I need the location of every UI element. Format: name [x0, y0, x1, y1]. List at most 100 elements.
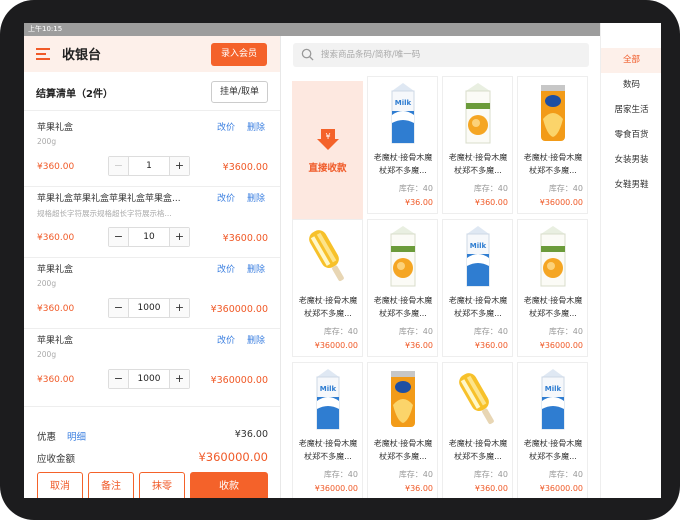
product-card[interactable]: Milk 老魔杖·接骨木魔杖郑不多魔... 库存：40 ¥36000.00	[517, 362, 588, 498]
divider	[24, 186, 280, 187]
product-stock: 库存：40	[323, 470, 358, 479]
note-button[interactable]: 备注	[88, 472, 134, 498]
product-name: 老魔杖·接骨木魔杖郑不多魔...	[373, 296, 433, 318]
product-image	[443, 363, 512, 435]
page-title: 收银台	[62, 48, 102, 63]
product-price: ¥36.00	[405, 198, 433, 207]
direct-pay-button[interactable]: ¥ 直接收款	[292, 81, 363, 219]
cart-item-name: 苹果礼盒	[37, 123, 74, 133]
product-card[interactable]: 老魔杖·接骨木魔杖郑不多魔... 库存：40 ¥36000.00	[517, 219, 588, 357]
product-name: 老魔杖·接骨木魔杖郑不多魔...	[448, 153, 508, 175]
cancel-button[interactable]: 取消	[37, 472, 83, 498]
category-sidebar: 全部 数码 居家生活 零食百货 女装男装 女鞋男鞋	[600, 36, 661, 498]
category-item[interactable]: 数码	[601, 73, 661, 98]
cart-heading: 结算清单（2件）	[36, 89, 113, 100]
product-stock: 库存：40	[548, 184, 583, 193]
edit-price-link[interactable]: 改价	[217, 262, 235, 275]
quantity-value[interactable]: 1	[129, 157, 169, 175]
minus-button[interactable]: −	[109, 370, 129, 388]
hang-order-button[interactable]: 挂单/取单	[211, 81, 268, 103]
header-bar: 收银台 录入会员	[24, 36, 280, 72]
product-price: ¥36000.00	[539, 484, 583, 493]
quantity-value[interactable]: 10	[129, 228, 169, 246]
product-name: 老魔杖·接骨木魔杖郑不多魔...	[523, 296, 583, 318]
cart-item-spec: 200g	[37, 350, 57, 359]
quantity-value[interactable]: 1000	[129, 370, 169, 388]
product-card[interactable]: Milk 老魔杖·接骨木魔杖郑不多魔... 库存：40 ¥36000.00	[292, 362, 363, 498]
screen: 上午10:15 0.00K/s ⚙ ◈ ▮ 21% 收银台 录入会员 结算清单（…	[24, 23, 661, 498]
minus-button[interactable]: −	[109, 157, 129, 175]
product-card[interactable]: Milk 老魔杖·接骨木魔杖郑不多魔... 库存：40 ¥360.00	[442, 219, 513, 357]
delete-link[interactable]: 删除	[247, 333, 265, 346]
edit-price-link[interactable]: 改价	[217, 120, 235, 133]
category-item[interactable]: 女装男装	[601, 148, 661, 173]
product-card[interactable]: 老魔杖·接骨木魔杖郑不多魔... 库存：40 ¥360.00	[442, 362, 513, 498]
product-card[interactable]: 老魔杖·接骨木魔杖郑不多魔... 库存：40 ¥36.00	[367, 219, 438, 357]
product-panel: 搜索商品条码/简称/唯一码 ¥ 直接收款 Milk 老魔杖·接骨木魔杖郑不多魔.…	[280, 36, 600, 498]
category-item[interactable]: 零食百货	[601, 123, 661, 148]
direct-pay-label: 直接收款	[308, 163, 347, 174]
product-image	[443, 77, 512, 149]
chips-can-icon	[540, 85, 565, 141]
product-image	[368, 220, 437, 292]
add-member-button[interactable]: 录入会员	[211, 43, 267, 66]
product-image: Milk	[518, 363, 587, 435]
discount-detail-link[interactable]: 明细	[67, 429, 86, 443]
category-item[interactable]: 全部	[601, 48, 661, 73]
juice-carton-icon	[390, 226, 415, 287]
cart-panel: 收银台 录入会员 结算清单（2件） 挂单/取单 苹果礼盒 200g 改价 删除 …	[24, 36, 280, 498]
search-bar[interactable]: 搜索商品条码/简称/唯一码	[293, 43, 589, 67]
menu-icon[interactable]	[36, 48, 50, 60]
plus-button[interactable]: +	[169, 370, 189, 388]
checkout-button[interactable]: 收款	[190, 472, 268, 498]
product-price: ¥36.00	[405, 341, 433, 350]
minus-button[interactable]: −	[109, 299, 129, 317]
product-card[interactable]: 老魔杖·接骨木魔杖郑不多魔... 库存：40 ¥360.00	[442, 76, 513, 214]
product-card[interactable]: 老魔杖·接骨木魔杖郑不多魔... 库存：40 ¥36.00	[367, 362, 438, 498]
svg-text:Milk: Milk	[319, 385, 336, 393]
category-item[interactable]: 女鞋男鞋	[601, 173, 661, 198]
product-image: Milk	[443, 220, 512, 292]
product-card[interactable]: 老魔杖·接骨木魔杖郑不多魔... 库存：40 ¥36000.00	[292, 219, 363, 357]
amount-due-label: 应收金额	[37, 454, 76, 465]
plus-button[interactable]: +	[169, 228, 189, 246]
product-name: 老魔杖·接骨木魔杖郑不多魔...	[373, 153, 433, 175]
product-card[interactable]: 老魔杖·接骨木魔杖郑不多魔... 库存：40 ¥36000.00	[517, 76, 588, 214]
svg-text:Milk: Milk	[394, 99, 411, 107]
category-item[interactable]: 居家生活	[601, 98, 661, 123]
cart-item-name: 苹果礼盒	[37, 265, 74, 275]
cart-item-total: ¥360000.00	[210, 304, 268, 315]
delete-link[interactable]: 删除	[247, 262, 265, 275]
amount-due-value: ¥360000.00	[198, 450, 268, 464]
minus-button[interactable]: −	[109, 228, 129, 246]
cart-item: 苹果礼盒 200g 改价 删除 ¥360.00 − 1 + ¥3600.00	[24, 120, 280, 190]
delete-link[interactable]: 删除	[247, 120, 265, 133]
product-image	[368, 363, 437, 435]
cart-item-name: 苹果礼盒	[37, 336, 74, 346]
cart-item-total: ¥360000.00	[210, 375, 268, 386]
search-icon	[301, 48, 314, 61]
product-image	[293, 220, 362, 292]
round-off-button[interactable]: 抹零	[139, 472, 185, 498]
status-bar: 上午10:15 0.00K/s ⚙ ◈ ▮ 21%	[24, 23, 661, 485]
product-name: 老魔杖·接骨木魔杖郑不多魔...	[523, 153, 583, 175]
cart-item-name: 苹果礼盒苹果礼盒苹果礼盒苹果盒...	[37, 194, 181, 204]
edit-price-link[interactable]: 改价	[217, 333, 235, 346]
plus-button[interactable]: +	[169, 157, 189, 175]
chips-can-icon	[390, 371, 415, 427]
product-price: ¥360.00	[474, 484, 508, 493]
cart-item-spec: 200g	[37, 137, 57, 146]
cart-item-total: ¥3600.00	[222, 162, 268, 173]
discount-label: 优惠	[37, 432, 57, 443]
quantity-stepper: − 1000 +	[108, 298, 190, 318]
search-input[interactable]: 搜索商品条码/简称/唯一码	[321, 43, 420, 67]
quantity-value[interactable]: 1000	[129, 299, 169, 317]
cart-item-spec: 200g	[37, 279, 57, 288]
product-card[interactable]: Milk 老魔杖·接骨木魔杖郑不多魔... 库存：40 ¥36.00	[367, 76, 438, 214]
edit-price-link[interactable]: 改价	[217, 191, 235, 204]
cart-item-price: ¥360.00	[37, 233, 75, 243]
delete-link[interactable]: 删除	[247, 191, 265, 204]
product-price: ¥36000.00	[314, 341, 358, 350]
product-price: ¥36000.00	[314, 484, 358, 493]
plus-button[interactable]: +	[169, 299, 189, 317]
